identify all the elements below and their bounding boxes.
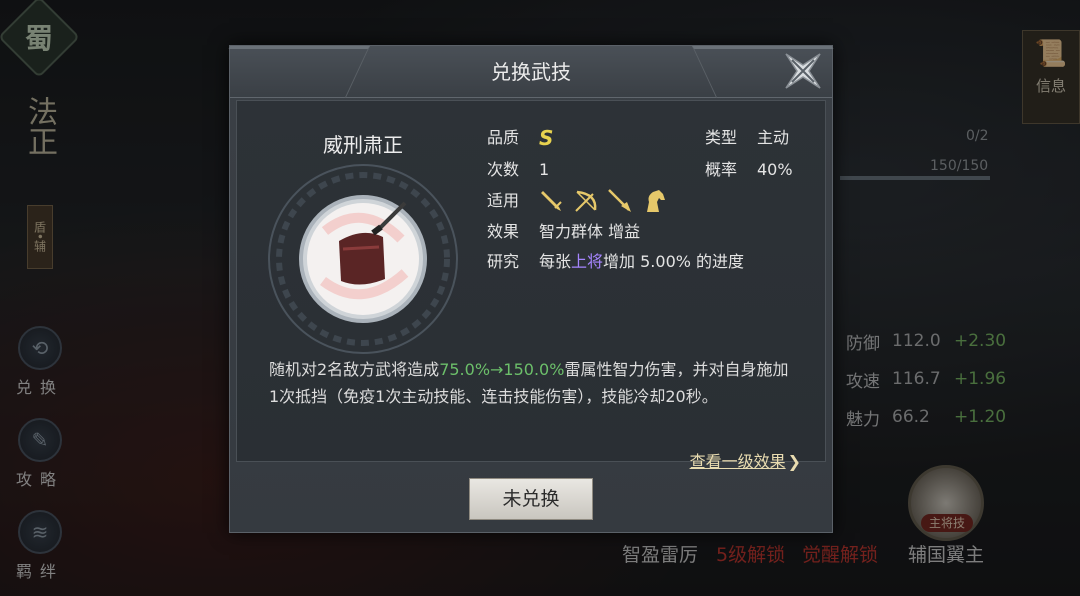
horse-icon xyxy=(641,188,667,214)
bow-icon xyxy=(573,188,599,214)
modal-header: 兑换武技 xyxy=(205,46,857,98)
chevron-right-icon: ❯ xyxy=(787,452,801,471)
modal-title: 兑换武技 xyxy=(491,60,571,84)
type-row: 类型 主动 xyxy=(705,123,789,153)
research-label: 研究 xyxy=(487,252,520,271)
quality-value: S xyxy=(539,126,554,150)
rate-row: 概率 40% xyxy=(705,155,793,185)
exchange-skill-modal: 兑换武技 威刑肃正 品质 S 类型 主动 次数 1 概率 40% 适用 效果 智… xyxy=(205,45,857,533)
view-link-label: 查看一级效果 xyxy=(689,452,786,471)
research-row: 研究 每张上将增加 5.00% 的进度 xyxy=(487,247,744,277)
skill-emblem xyxy=(265,161,461,357)
research-value: 每张上将增加 5.00% 的进度 xyxy=(539,247,744,277)
description-text: 随机对2名敌方武将造成 xyxy=(269,360,440,379)
close-button[interactable] xyxy=(780,48,826,94)
applies-row: 适用 xyxy=(487,186,665,216)
view-level1-effect-link[interactable]: 查看一级效果 ❯ xyxy=(690,448,801,472)
research-highlight: 上将 xyxy=(571,252,604,271)
close-icon xyxy=(785,53,821,89)
research-prefix: 每张 xyxy=(539,252,572,271)
research-suffix: 增加 5.00% 的进度 xyxy=(603,252,745,271)
skill-emblem-icon xyxy=(268,164,458,354)
effect-label: 效果 xyxy=(487,222,520,241)
spear-icon xyxy=(607,188,633,214)
type-label: 类型 xyxy=(705,128,738,147)
count-value: 1 xyxy=(539,160,550,179)
description-highlight: 75.0%→150.0% xyxy=(439,360,565,379)
count-label: 次数 xyxy=(487,160,520,179)
applies-label: 适用 xyxy=(487,191,520,210)
skill-description: 随机对2名敌方武将造成75.0%→150.0%雷属性智力伤害，并对自身施加1次抵… xyxy=(269,356,797,410)
effect-row: 效果 智力群体 增益 xyxy=(487,217,640,247)
applies-icons xyxy=(539,188,667,214)
effect-value: 智力群体 增益 xyxy=(539,222,641,241)
quality-row: 品质 S xyxy=(487,123,553,153)
count-row: 次数 1 xyxy=(487,155,549,185)
quality-label: 品质 xyxy=(487,128,520,147)
not-exchanged-button[interactable]: 未兑换 xyxy=(469,478,593,520)
type-value: 主动 xyxy=(757,128,790,147)
modal-body: 威刑肃正 品质 S 类型 主动 次数 1 概率 40% 适用 效果 智力群体 增… xyxy=(236,100,826,471)
sword-icon xyxy=(539,188,565,214)
rate-value: 40% xyxy=(757,160,793,179)
skill-name: 威刑肃正 xyxy=(323,133,403,157)
rate-label: 概率 xyxy=(705,160,738,179)
